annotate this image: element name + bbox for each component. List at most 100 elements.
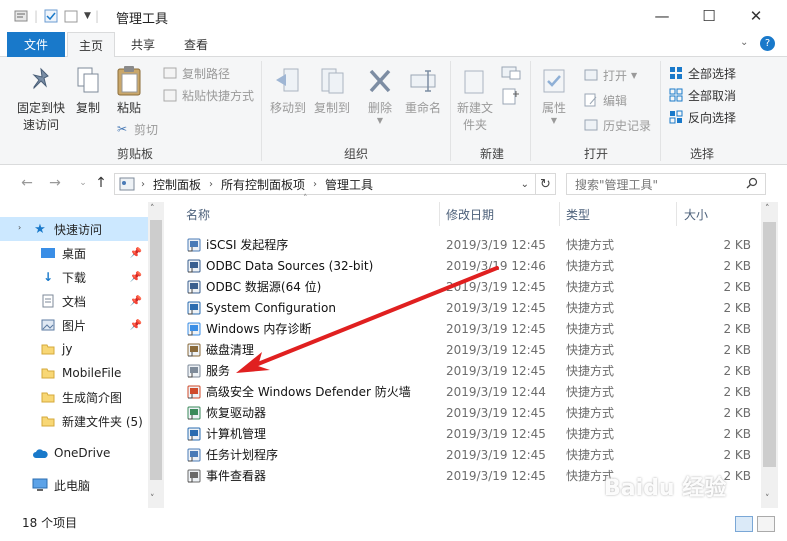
scroll-up-icon[interactable]: ˄ xyxy=(765,204,770,214)
nav-item-folder[interactable]: MobileFile xyxy=(0,361,148,385)
navigation-pane: › ★ 快速访问 桌面 📌 ↓ 下载 📌 文档 📌 图片 📌 jy Mobile… xyxy=(0,202,164,508)
file-date-cell: 2019/3/19 12:45 xyxy=(446,405,546,420)
properties-button[interactable]: 属性 ▼ xyxy=(536,65,572,125)
column-header-size[interactable]: 大小 xyxy=(684,202,754,226)
file-size-cell: 2 KB xyxy=(723,447,751,462)
select-all-button[interactable]: 全部选择 xyxy=(668,63,736,83)
nav-item-documents[interactable]: 文档 📌 xyxy=(0,289,148,313)
tab-share[interactable]: 共享 xyxy=(118,32,168,57)
file-type-cell: 快捷方式 xyxy=(566,301,615,315)
nav-item-folder[interactable]: 新建文件夹 (5) xyxy=(0,409,148,433)
address-bar[interactable]: › 控制面板 › 所有控制面板项 › 管理工具 ⌄ xyxy=(114,173,536,195)
table-row[interactable]: 任务计划程序 2019/3/19 12:45 快捷方式 2 KB xyxy=(166,444,761,465)
copy-button[interactable]: 复制 xyxy=(72,65,104,117)
tab-view[interactable]: 查看 xyxy=(170,32,222,57)
expand-chevron-icon[interactable]: › xyxy=(18,223,21,232)
group-open: 打开 xyxy=(583,147,608,161)
refresh-icon[interactable]: ↻ xyxy=(536,173,556,195)
collapse-ribbon-icon[interactable]: ⌄ xyxy=(740,37,748,48)
rename-button[interactable]: 重命名 xyxy=(402,65,444,117)
nav-scrollbar-thumb[interactable] xyxy=(150,220,162,480)
rename-icon xyxy=(407,65,439,97)
address-dropdown-icon[interactable]: ⌄ xyxy=(521,179,529,190)
file-date-cell: 2019/3/19 12:45 xyxy=(446,279,546,294)
move-to-button[interactable]: 移动到 xyxy=(266,65,310,117)
maximize-button[interactable]: ☐ xyxy=(686,0,732,32)
back-arrow-icon[interactable]: ← xyxy=(18,174,36,192)
file-date-cell: 2019/3/19 12:44 xyxy=(446,384,546,399)
ribbon-tabs: 文件 主页 共享 查看 ⌄ ? xyxy=(0,32,787,58)
computer-icon xyxy=(32,477,48,493)
properties-icon[interactable] xyxy=(12,7,30,25)
select-none-button[interactable]: 全部取消 xyxy=(668,85,736,105)
scroll-down-icon[interactable]: ˅ xyxy=(150,494,155,504)
column-header-date[interactable]: 修改日期 xyxy=(446,202,556,226)
new-folder-button[interactable]: 新建文件夹 xyxy=(454,65,496,134)
details-view-icon[interactable] xyxy=(735,516,753,532)
table-row[interactable]: 高级安全 Windows Defender 防火墙 2019/3/19 12:44… xyxy=(166,381,761,402)
file-date-cell: 2019/3/19 12:45 xyxy=(446,342,546,357)
nav-quick-access[interactable]: › ★ 快速访问 xyxy=(0,217,148,241)
table-row[interactable]: 计算机管理 2019/3/19 12:45 快捷方式 2 KB xyxy=(166,423,761,444)
download-icon: ↓ xyxy=(42,270,54,284)
help-icon[interactable]: ? xyxy=(760,36,775,51)
delete-button[interactable]: 删除 ▼ xyxy=(362,65,398,125)
column-header-name[interactable]: 名称 xyxy=(186,202,436,226)
checkbox-icon[interactable] xyxy=(42,7,60,25)
table-row[interactable]: System Configuration 2019/3/19 12:45 快捷方式 2… xyxy=(166,297,761,318)
table-row[interactable]: Windows 内存诊断 2019/3/19 12:45 快捷方式 2 KB xyxy=(166,318,761,339)
select-all-icon xyxy=(668,65,684,81)
paste-shortcut-icon xyxy=(162,87,178,103)
invert-selection-button[interactable]: 反向选择 xyxy=(668,107,736,127)
recent-locations-icon[interactable]: ⌄ xyxy=(74,174,92,192)
table-row[interactable]: ODBC 数据源(64 位) 2019/3/19 12:45 快捷方式 2 KB xyxy=(166,276,761,297)
large-icons-view-icon[interactable] xyxy=(757,516,775,532)
breadcrumb-item[interactable]: 管理工具 xyxy=(325,176,373,193)
edit-button[interactable]: 编辑 xyxy=(583,90,627,110)
scroll-down-icon[interactable]: ˅ xyxy=(765,494,770,504)
content-scrollbar-thumb[interactable] xyxy=(763,222,776,467)
nav-item-folder[interactable]: 生成简介图 xyxy=(0,385,148,409)
nav-item-desktop[interactable]: 桌面 📌 xyxy=(0,241,148,265)
table-row[interactable]: ODBC Data Sources (32-bit) 2019/3/19 12:4… xyxy=(166,255,761,276)
search-input[interactable]: 搜索"管理工具" xyxy=(566,173,766,195)
shortcut-icon xyxy=(186,447,202,463)
breadcrumb-item[interactable]: 所有控制面板项 xyxy=(221,176,305,193)
table-row[interactable]: 恢复驱动器 2019/3/19 12:45 快捷方式 2 KB xyxy=(166,402,761,423)
nav-item-pictures[interactable]: 图片 📌 xyxy=(0,313,148,337)
forward-arrow-icon[interactable]: → xyxy=(46,174,64,192)
history-icon xyxy=(583,117,599,133)
cut-button[interactable]: ✂ 剪切 xyxy=(114,119,158,139)
up-arrow-icon[interactable]: ↑ xyxy=(92,174,110,192)
shortcut-icon xyxy=(186,342,202,358)
new-folder-qa-icon[interactable] xyxy=(62,7,80,25)
tab-file[interactable]: 文件 xyxy=(7,32,65,57)
nav-item-downloads[interactable]: ↓ 下载 📌 xyxy=(0,265,148,289)
copy-path-button[interactable]: 复制路径 xyxy=(162,63,230,83)
pin-quick-access-button[interactable]: 固定到快速访问 xyxy=(10,65,72,134)
nav-item-folder[interactable]: jy xyxy=(0,337,148,361)
file-date-cell: 2019/3/19 12:45 xyxy=(446,237,546,252)
column-header-type[interactable]: 类型 xyxy=(566,202,676,226)
paste-button[interactable]: 粘贴 xyxy=(112,65,146,117)
minimize-button[interactable]: — xyxy=(639,0,685,32)
table-row[interactable]: 磁盘清理 2019/3/19 12:45 快捷方式 2 KB xyxy=(166,339,761,360)
breadcrumb-item[interactable]: 控制面板 xyxy=(153,176,201,193)
paste-shortcut-button[interactable]: 粘贴快捷方式 xyxy=(162,85,254,105)
scroll-up-icon[interactable]: ˄ xyxy=(150,204,155,214)
new-item-icon[interactable] xyxy=(500,65,522,88)
pin-icon: 📌 xyxy=(129,319,142,331)
tab-home[interactable]: 主页 xyxy=(67,32,115,58)
table-row[interactable]: iSCSI 发起程序 2019/3/19 12:45 快捷方式 2 KB xyxy=(166,234,761,255)
close-button[interactable]: ✕ xyxy=(733,0,779,32)
file-name-cell: 高级安全 Windows Defender 防火墙 xyxy=(186,381,411,402)
nav-item-onedrive[interactable]: OneDrive xyxy=(0,441,148,465)
table-row[interactable]: 服务 2019/3/19 12:45 快捷方式 2 KB xyxy=(166,360,761,381)
qa-dropdown-icon[interactable]: ▼ xyxy=(84,11,91,21)
easy-access-icon[interactable] xyxy=(500,87,522,110)
copy-to-button[interactable]: 复制到 xyxy=(310,65,354,117)
file-size-cell: 2 KB xyxy=(723,300,751,315)
nav-item-this-pc[interactable]: 此电脑 xyxy=(0,473,148,497)
history-button[interactable]: 历史记录 xyxy=(583,115,651,135)
open-button[interactable]: 打开 ▼ xyxy=(583,65,637,85)
